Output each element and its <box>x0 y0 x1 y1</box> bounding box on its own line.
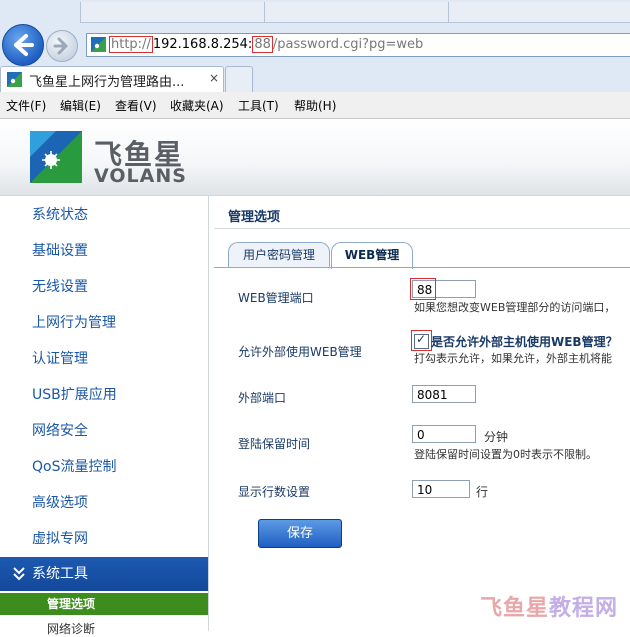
tab-user-password[interactable]: 用户密码管理 <box>228 242 330 268</box>
address-url[interactable]: http://192.168.8.254: 88/password.cgi?pg=… <box>109 36 424 53</box>
sidebar-subitem-network-diagnostics[interactable]: 网络诊断 <box>47 620 95 637</box>
web-port-hint: 如果您想改变WEB管理部分的访问端口， <box>414 301 616 314</box>
sidebar-item-network-security[interactable]: 网络安全 <box>0 413 208 449</box>
site-favicon-icon <box>91 37 106 52</box>
save-button[interactable]: 保存 <box>258 519 342 548</box>
url-port: 88 <box>252 36 273 53</box>
menu-favorites[interactable]: 收藏夹(A) <box>170 97 224 114</box>
external-port-input[interactable]: 8081 <box>412 385 476 403</box>
tab-bar-divider <box>214 267 630 268</box>
menu-bar: 文件(F) 编辑(E) 查看(V) 收藏夹(A) 工具(T) 帮助(H) <box>0 92 630 119</box>
background-tab[interactable] <box>80 2 280 23</box>
url-scheme: http:// <box>109 36 153 53</box>
sidebar-item-basic-settings[interactable]: 基础设置 <box>0 233 208 269</box>
logo-text-en: VOLANS <box>94 165 187 187</box>
sidebar-item-authentication[interactable]: 认证管理 <box>0 341 208 377</box>
address-bar[interactable]: http://192.168.8.254: 88/password.cgi?pg=… <box>86 33 630 57</box>
sidebar-item-qos[interactable]: QoS流量控制 <box>0 449 208 485</box>
sidebar: 系统状态 基础设置 无线设置 上网行为管理 认证管理 USB扩展应用 网络安全 … <box>0 196 209 636</box>
tab-favicon-icon <box>7 72 22 87</box>
display-rows-unit: 行 <box>476 485 489 499</box>
sidebar-item-usb[interactable]: USB扩展应用 <box>0 377 208 413</box>
background-tabs <box>80 0 630 24</box>
watermark-part-1: 飞鱼星 <box>480 596 550 621</box>
page-title: 管理选项 <box>228 210 281 225</box>
double-chevron-down-icon <box>13 567 25 581</box>
remote-management-hint: 打勾表示允许，如果允许，外部主机将能 <box>414 352 612 365</box>
back-button[interactable] <box>2 24 44 66</box>
title-divider <box>214 228 630 229</box>
background-tab[interactable] <box>264 2 464 23</box>
web-port-highlight <box>410 278 436 300</box>
sidebar-item-system-status[interactable]: 系统状态 <box>0 197 208 233</box>
url-host: 192.168.8.254: <box>152 37 253 52</box>
menu-edit[interactable]: 编辑(E) <box>60 97 101 114</box>
watermark-part-2: 教程网 <box>549 596 619 621</box>
sidebar-subitem-management-options[interactable]: 管理选项 <box>0 593 208 615</box>
web-port-label: WEB管理端口 <box>238 291 314 305</box>
sidebar-item-behavior-management[interactable]: 上网行为管理 <box>0 305 208 341</box>
display-rows-label: 显示行数设置 <box>238 485 311 499</box>
url-path: /password.cgi?pg=web <box>272 37 424 52</box>
sidebar-subitem-label: 管理选项 <box>47 597 96 611</box>
tab-close-icon[interactable]: × <box>209 71 219 85</box>
display-rows-input[interactable]: 10 <box>412 480 470 498</box>
menu-tools[interactable]: 工具(T) <box>238 97 279 114</box>
volans-logo-icon <box>30 131 82 183</box>
menu-file[interactable]: 文件(F) <box>6 97 46 114</box>
login-timeout-unit: 分钟 <box>484 430 509 444</box>
forward-arrow-icon <box>53 37 68 55</box>
sidebar-section-label: 系统工具 <box>32 566 88 582</box>
remote-management-question: 是否允许外部主机使用WEB管理？ <box>431 335 618 349</box>
remote-management-label: 允许外部使用WEB管理 <box>238 345 362 359</box>
tab-web-management[interactable]: WEB管理 <box>331 242 413 269</box>
forward-button[interactable] <box>46 30 78 62</box>
menu-help[interactable]: 帮助(H) <box>294 97 336 114</box>
external-port-label: 外部端口 <box>238 391 287 405</box>
back-arrow-icon <box>14 34 34 56</box>
sidebar-item-system-tools[interactable]: 系统工具 <box>0 557 208 591</box>
checkbox-highlight <box>411 330 432 351</box>
sidebar-item-advanced[interactable]: 高级选项 <box>0 485 208 521</box>
watermark: 飞鱼星教程网 <box>480 590 618 622</box>
login-timeout-input[interactable]: 0 <box>412 425 476 443</box>
sidebar-item-wireless[interactable]: 无线设置 <box>0 269 208 305</box>
new-tab-button[interactable] <box>225 66 253 93</box>
sidebar-item-vpn[interactable]: 虚拟专网 <box>0 521 208 557</box>
tab-title: 飞鱼星上网行为管理路由... <box>29 75 185 90</box>
menu-view[interactable]: 查看(V) <box>115 97 157 114</box>
router-header: 飞鱼星 VOLANS <box>0 119 630 196</box>
login-timeout-label: 登陆保留时间 <box>238 437 311 451</box>
background-tab[interactable] <box>448 2 630 23</box>
login-timeout-hint: 登陆保留时间设置为0时表示不限制。 <box>414 448 597 461</box>
browser-tab-active[interactable]: 飞鱼星上网行为管理路由... × <box>0 66 224 93</box>
